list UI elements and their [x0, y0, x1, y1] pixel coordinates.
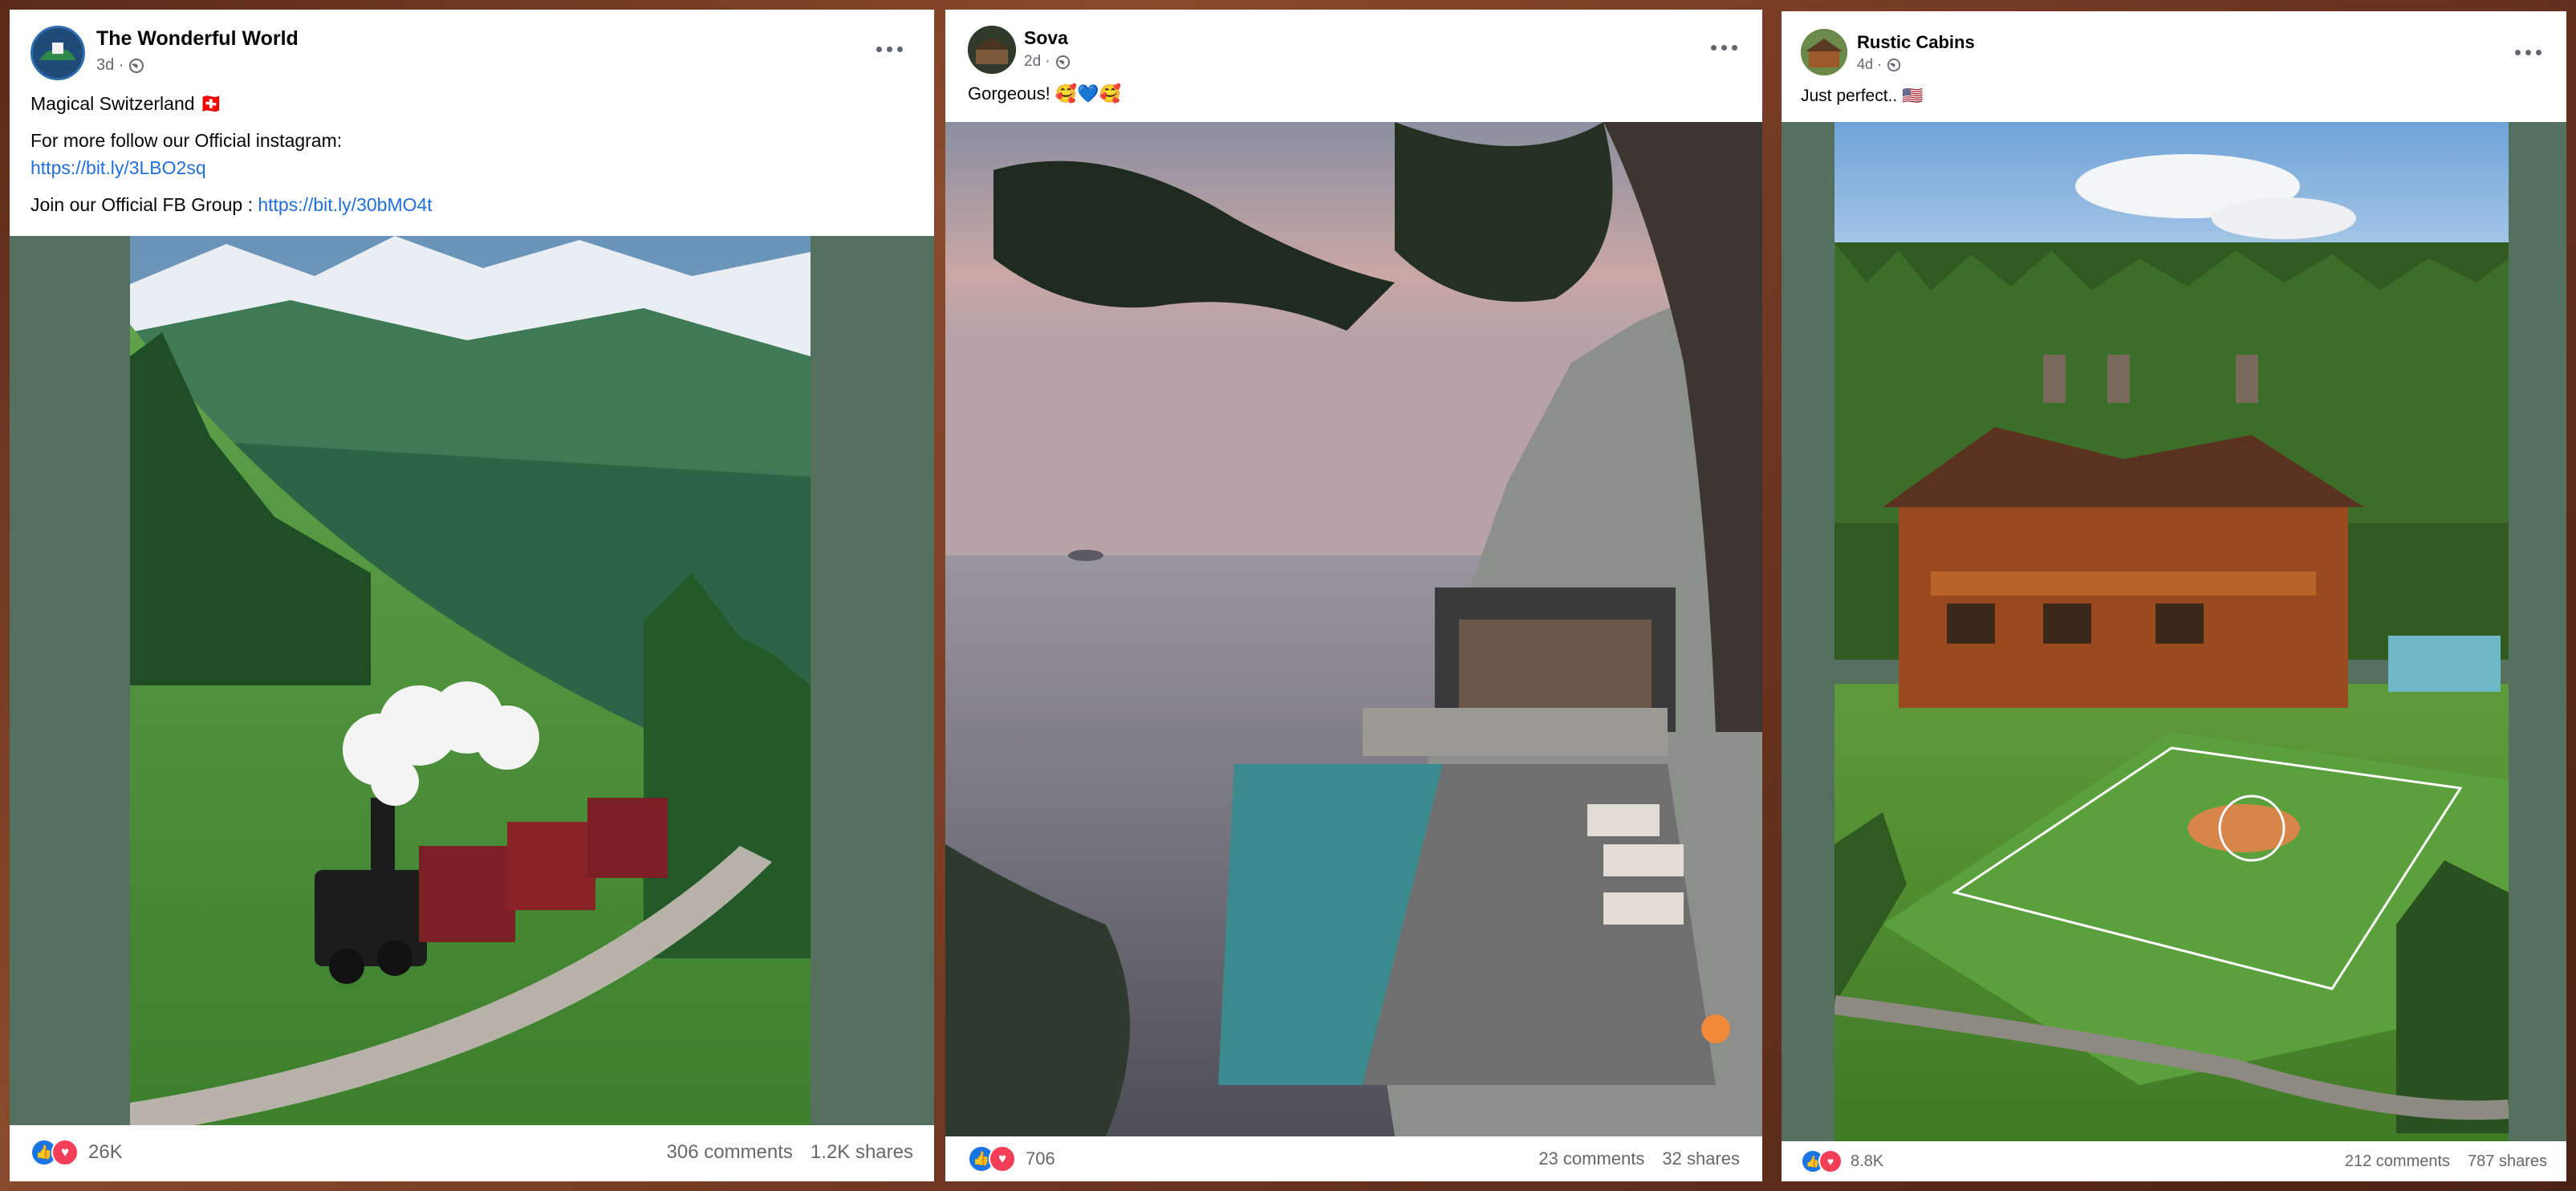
shares-count[interactable]: 32 shares [1662, 1148, 1740, 1169]
reactions-summary[interactable]: 👍 ♥ 8.8K [1801, 1149, 1883, 1173]
love-icon: ♥ [51, 1139, 79, 1166]
post-caption: Just perfect.. 🇺🇸 [1801, 87, 1924, 105]
globe-icon [129, 58, 144, 73]
avatar[interactable] [30, 26, 85, 80]
more-options-icon[interactable] [876, 47, 903, 52]
comments-count[interactable]: 23 comments [1538, 1148, 1644, 1169]
post-caption: Magical Switzerland 🇨🇭 For more follow o… [30, 90, 913, 218]
reaction-count[interactable]: 706 [1026, 1148, 1055, 1169]
group-link[interactable]: https://bit.ly/30bMO4t [258, 194, 432, 215]
love-icon: ♥ [989, 1145, 1016, 1173]
shares-count[interactable]: 1.2K shares [811, 1141, 913, 1164]
reaction-count[interactable]: 26K [88, 1141, 123, 1164]
post-footer: 👍 ♥ 26K 306 comments 1.2K shares [10, 1124, 934, 1181]
post-image[interactable] [945, 122, 1762, 1136]
post-card: The Wonderful World 3d · Magical Switzer… [10, 10, 934, 1181]
post-caption: Gorgeous! 🥰💙🥰 [968, 83, 1122, 104]
love-icon: ♥ [1818, 1149, 1843, 1173]
post-author[interactable]: Rustic Cabins [1857, 32, 1975, 53]
caption-line: Magical Switzerland 🇨🇭 [30, 93, 223, 114]
comments-count[interactable]: 306 comments [667, 1141, 793, 1164]
photo-log-mansion-soccer-field-icon [1834, 122, 2509, 1141]
globe-icon [1887, 58, 1901, 71]
instagram-link[interactable]: https://bit.ly/3LBO2sq [30, 157, 206, 178]
reactions-summary[interactable]: 👍 ♥ 26K [30, 1139, 123, 1166]
post-author[interactable]: The Wonderful World [96, 27, 299, 51]
photo-cliffside-villa-pool-icon [945, 122, 1762, 1136]
post-author[interactable]: Sova [1024, 27, 1068, 49]
avatar[interactable] [1801, 29, 1847, 75]
post-footer: 👍 ♥ 8.8K 212 comments 787 shares [1782, 1141, 2566, 1181]
caption-line: For more follow our Official instagram: [30, 130, 343, 151]
globe-icon [1055, 55, 1070, 69]
post-meta: 4d · [1857, 56, 1901, 73]
post-image[interactable] [10, 236, 934, 1125]
post-time[interactable]: 3d · [96, 56, 124, 75]
more-options-icon[interactable] [1711, 45, 1737, 51]
post-image[interactable] [1782, 122, 2566, 1141]
reactions-summary[interactable]: 👍 ♥ 706 [968, 1145, 1055, 1173]
post-time[interactable]: 4d · [1857, 56, 1882, 73]
shares-count[interactable]: 787 shares [2468, 1152, 2547, 1171]
comments-count[interactable]: 212 comments [2345, 1152, 2450, 1171]
post-meta: 3d · [96, 56, 144, 75]
post-card: Rustic Cabins 4d · Just perfect.. 🇺🇸 👍 ♥… [1782, 11, 2566, 1181]
post-meta: 2d · [1024, 53, 1071, 71]
group-label: Join our Official FB Group : [30, 194, 258, 215]
photo-steam-train-alps-icon [130, 236, 811, 1125]
post-time[interactable]: 2d · [1024, 53, 1050, 71]
post-card: Sova 2d · Gorgeous! 🥰💙🥰 👍 ♥ 706 23 comme… [945, 10, 1762, 1181]
avatar[interactable] [968, 26, 1016, 74]
more-options-icon[interactable] [2515, 50, 2541, 55]
post-footer: 👍 ♥ 706 23 comments 32 shares [945, 1136, 1762, 1181]
reaction-count[interactable]: 8.8K [1851, 1152, 1883, 1171]
